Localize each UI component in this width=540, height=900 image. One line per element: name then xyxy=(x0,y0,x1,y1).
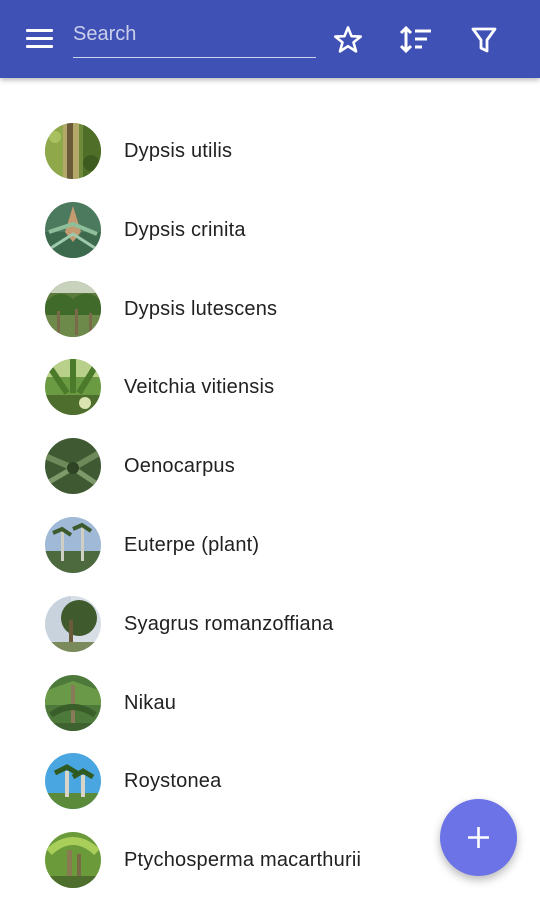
list-item-label: Roystonea xyxy=(124,770,222,793)
list-item[interactable]: Veitchia vitiensis xyxy=(0,348,540,427)
sort-icon xyxy=(399,25,431,54)
filter-icon xyxy=(471,27,497,53)
list-item[interactable]: Euterpe (plant) xyxy=(0,506,540,585)
add-button[interactable] xyxy=(440,799,517,876)
list-item[interactable]: Dypsis lutescens xyxy=(0,270,540,349)
list-item[interactable]: Dypsis utilis xyxy=(0,112,540,191)
list-item[interactable]: Syagrus romanzoffiana xyxy=(0,585,540,664)
menu-icon-line xyxy=(26,37,53,40)
list-item-label: Syagrus romanzoffiana xyxy=(124,612,334,635)
list-item[interactable]: Nikau xyxy=(0,664,540,743)
avatar xyxy=(45,595,101,652)
list-item[interactable]: Oenocarpus xyxy=(0,427,540,506)
list-item[interactable]: Dypsis crinita xyxy=(0,191,540,270)
avatar xyxy=(45,674,101,731)
list-item-label: Oenocarpus xyxy=(124,455,235,478)
menu-icon-line xyxy=(26,29,53,32)
search-field xyxy=(73,18,316,60)
menu-icon-line xyxy=(26,45,53,48)
star-outline-icon xyxy=(334,26,363,53)
search-input[interactable] xyxy=(73,18,316,58)
top-app-bar xyxy=(0,0,540,78)
avatar xyxy=(45,753,101,810)
list-item-label: Dypsis crinita xyxy=(124,218,246,241)
list-item-label: Veitchia vitiensis xyxy=(124,376,275,399)
avatar xyxy=(45,438,101,495)
list-item-label: Ptychosperma macarthurii xyxy=(124,849,362,872)
list-item-label: Nikau xyxy=(124,691,177,714)
avatar xyxy=(45,280,101,337)
plant-list: Dypsis utilis Dypsis crinita Dypsis lute… xyxy=(0,112,540,900)
sort-button[interactable] xyxy=(396,20,436,60)
avatar xyxy=(45,832,101,889)
menu-button[interactable] xyxy=(22,24,58,56)
list-item-label: Dypsis utilis xyxy=(124,140,233,162)
avatar xyxy=(45,123,101,179)
favorites-button[interactable] xyxy=(328,20,368,60)
filter-button[interactable] xyxy=(464,20,504,60)
avatar xyxy=(45,201,101,258)
list-item-label: Dypsis lutescens xyxy=(124,297,278,320)
app-screen: Dypsis utilis Dypsis crinita xyxy=(0,0,540,900)
list-item-label: Euterpe (plant) xyxy=(124,533,260,556)
plus-icon xyxy=(468,827,489,848)
avatar xyxy=(45,516,101,573)
avatar xyxy=(45,359,101,416)
